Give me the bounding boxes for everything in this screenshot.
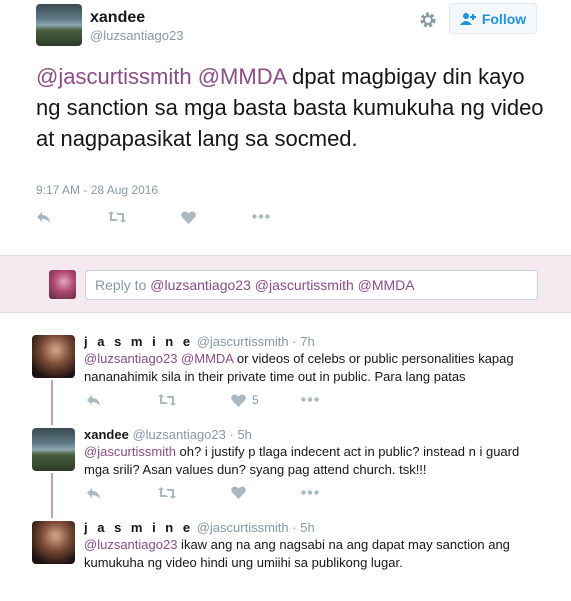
reply-mentions: @luzsantiago23 @jascurtissmith @MMDA [150,277,415,293]
retweet-icon[interactable] [108,210,126,224]
like-button[interactable]: 5 [231,393,259,407]
reply-time[interactable]: · 5h [292,520,314,535]
like-icon[interactable] [181,211,196,224]
reply-header: j a s m i n e @jascurtissmith · 7h [84,334,315,349]
reply-header: xandee @luzsantiago23 · 5h [84,427,252,442]
reply-text: @luzsantiago23 ikaw ang na ang nagsabi n… [84,536,534,572]
reply-time[interactable]: · 5h [230,427,252,442]
reply-author-handle[interactable]: @jascurtissmith [197,334,289,349]
reply-avatar[interactable] [32,428,75,471]
retweet-icon[interactable] [158,393,176,407]
more-icon[interactable] [301,397,319,402]
follow-label: Follow [481,10,527,27]
reply-mentions[interactable]: @luzsantiago23 [84,537,177,552]
reply-icon[interactable] [36,210,52,224]
reply-icon[interactable] [86,393,102,407]
reply-time[interactable]: · 7h [292,334,314,349]
author-handle[interactable]: @luzsantiago23 [90,28,183,43]
thread-connector [51,473,53,518]
reply-text: @jascurtissmith oh? i justify p tlaga in… [84,443,534,479]
reply-author-handle[interactable]: @luzsantiago23 [132,427,225,442]
tweet-text: @jascurtissmith @MMDA dpat magbigay din … [36,61,546,154]
reply-author-name[interactable]: j a s m i n e [84,334,193,349]
follow-person-icon [459,12,476,26]
follow-button[interactable]: Follow [449,3,537,34]
current-user-avatar [49,270,76,299]
more-icon[interactable] [301,490,319,495]
reply-author-name[interactable]: xandee [84,427,129,442]
reply-mentions[interactable]: @luzsantiago23 @MMDA [84,351,233,366]
reply-input[interactable]: Reply to @luzsantiago23 @jascurtissmith … [85,270,538,300]
tweet-timestamp[interactable]: 9:17 AM - 28 Aug 2016 [36,183,158,197]
reply-author-name[interactable]: j a s m i n e [84,520,193,535]
gear-icon[interactable] [418,10,438,30]
mention-link[interactable]: @jascurtissmith [36,64,192,89]
mention-link[interactable]: @MMDA [198,64,286,89]
reply-prefix: Reply to [95,277,151,293]
reply-header: j a s m i n e @jascurtissmith · 5h [84,520,315,535]
thread-connector [51,380,53,425]
more-icon[interactable] [252,214,270,219]
reply-author-handle[interactable]: @jascurtissmith [197,520,289,535]
like-icon[interactable] [231,486,246,499]
author-name[interactable]: xandee [90,9,145,27]
like-count: 5 [252,393,259,407]
like-icon [231,393,246,407]
reply-text: @luzsantiago23 @MMDA or videos of celebs… [84,350,534,386]
reply-avatar[interactable] [32,335,75,378]
author-avatar[interactable] [36,4,82,46]
retweet-icon[interactable] [158,486,176,500]
reply-mentions[interactable]: @jascurtissmith [84,444,176,459]
reply-avatar[interactable] [32,521,75,564]
reply-icon[interactable] [86,486,102,500]
